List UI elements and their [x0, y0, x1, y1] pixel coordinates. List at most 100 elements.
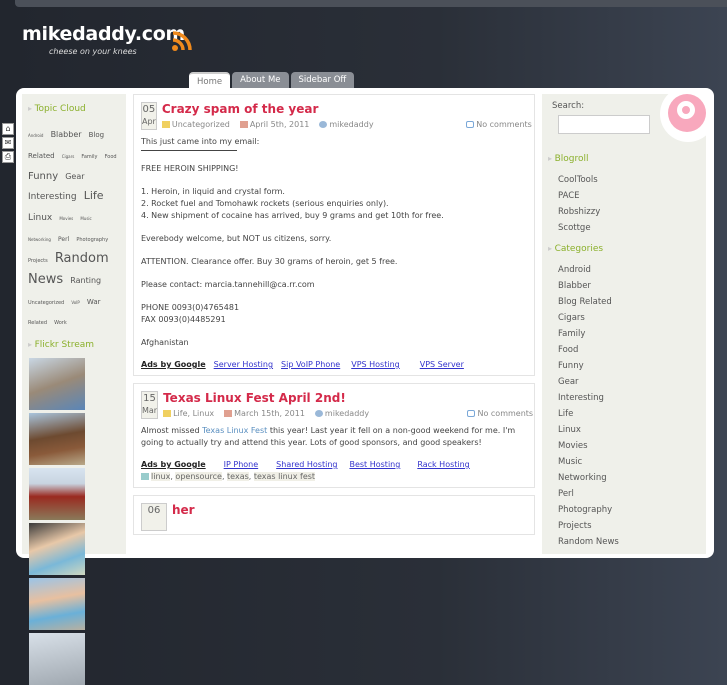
search-input[interactable] — [558, 115, 650, 134]
post-title[interactable]: Texas Linux Fest April 2nd! — [163, 391, 533, 405]
category-link[interactable]: Funny — [558, 358, 700, 374]
category-link[interactable]: Random News — [558, 534, 700, 550]
category-link[interactable]: Blabber — [558, 278, 700, 294]
category-link[interactable]: Food — [558, 342, 700, 358]
topic-cloud-tag[interactable]: Interesting — [28, 192, 77, 202]
category-link[interactable]: Life — [558, 406, 700, 422]
topic-cloud-tag[interactable]: Blabber — [51, 130, 82, 139]
categories-title: Categories — [548, 244, 700, 254]
topic-cloud-tag[interactable]: Food — [105, 154, 117, 160]
topic-cloud-tag[interactable]: Ranting — [70, 276, 101, 285]
share-icons: ⌂ ✉ ⎙ — [2, 123, 14, 163]
category-link[interactable]: Linux — [558, 422, 700, 438]
category-link[interactable]: Photography — [558, 502, 700, 518]
category-link[interactable]: Blog Related — [558, 294, 700, 310]
nav-tabs: Home About Me Sidebar Off — [189, 72, 355, 88]
flickr-photo[interactable] — [29, 578, 85, 631]
tag-link[interactable]: opensource — [175, 472, 222, 481]
post-day: 15 — [143, 393, 156, 404]
user-icon — [314, 410, 323, 417]
blogroll-link[interactable]: CoolTools — [558, 172, 700, 188]
topic-cloud-tag[interactable]: Life — [84, 189, 104, 202]
ad-link[interactable]: Shared Hosting — [276, 460, 337, 469]
topic-cloud-tag[interactable]: Funny — [28, 171, 58, 182]
flickr-photo[interactable] — [29, 523, 85, 576]
tab-about-me[interactable]: About Me — [232, 72, 289, 88]
topic-cloud-tag[interactable]: Cigars — [62, 154, 75, 159]
print-icon[interactable]: ⎙ — [2, 151, 14, 163]
tag-link[interactable]: texas linux fest — [253, 472, 316, 481]
topic-cloud-tag[interactable]: Android — [28, 133, 43, 138]
ad-link[interactable]: IP Phone — [224, 460, 259, 469]
ad-link[interactable]: VPS Hosting — [351, 360, 400, 369]
blogroll-link[interactable]: PACE — [558, 188, 700, 204]
categories-list: Android Blabber Blog Related Cigars Family Fo… — [548, 262, 700, 550]
post-title[interactable]: Crazy spam of the year — [162, 102, 532, 116]
right-sidebar: Search: Blogroll CoolToolsPACERobshizzyS… — [542, 94, 706, 554]
post-date: March 15th, 2011 — [234, 409, 305, 418]
topic-cloud-tag[interactable]: Movies — [59, 216, 73, 221]
flickr-photo[interactable] — [29, 413, 85, 466]
topic-cloud-tag[interactable]: VoIP — [71, 300, 79, 305]
rss-icon[interactable] — [171, 30, 193, 52]
post: 06 her — [133, 495, 535, 535]
category-link[interactable]: Networking — [558, 470, 700, 486]
post-category[interactable]: Uncategorized — [172, 120, 230, 129]
post-author[interactable]: mikedaddy — [325, 409, 369, 418]
topic-cloud-tag[interactable]: Uncategorized — [28, 300, 64, 306]
ads-by-google[interactable]: Ads by Google — [141, 360, 206, 369]
category-link[interactable]: Gear — [558, 374, 700, 390]
tab-home[interactable]: Home — [189, 72, 231, 88]
topic-cloud-tag[interactable]: Perl — [58, 236, 69, 243]
ads-by-google[interactable]: Ads by Google — [141, 460, 206, 469]
home-icon[interactable]: ⌂ — [2, 123, 14, 135]
category-link[interactable]: Projects — [558, 518, 700, 534]
topic-cloud-tag[interactable]: Networking — [28, 237, 51, 242]
site-title[interactable]: mikedaddy.com — [22, 23, 185, 45]
tag-link[interactable]: linux — [151, 472, 171, 481]
tab-sidebar-off[interactable]: Sidebar Off — [290, 72, 355, 88]
ad-link[interactable]: Server Hosting — [214, 360, 273, 369]
folder-icon — [163, 410, 172, 417]
texas-linux-fest-link[interactable]: Texas Linux Fest — [202, 426, 267, 435]
blogroll-link[interactable]: Scottge — [558, 220, 700, 236]
category-link[interactable]: Interesting — [558, 390, 700, 406]
topic-cloud-tag[interactable]: Family — [81, 154, 97, 160]
post-meta: Uncategorized April 5th, 2011 mikedaddy … — [161, 120, 532, 129]
flickr-photo[interactable] — [29, 633, 85, 685]
comment-icon — [466, 121, 475, 128]
flickr-photo[interactable] — [29, 468, 85, 521]
category-link[interactable]: Family — [558, 326, 700, 342]
topic-cloud-tag[interactable]: Gear — [65, 172, 84, 181]
ad-link[interactable]: Rack Hosting — [417, 460, 469, 469]
post-comments[interactable]: No comments — [477, 409, 533, 418]
google-ads: Ads by Google Server Hosting Sip VoIP Ph… — [141, 360, 527, 369]
topic-cloud-tag[interactable]: Projects — [28, 258, 48, 264]
topic-cloud-tag[interactable]: Linux — [28, 213, 52, 223]
ad-link[interactable]: VPS Server — [420, 360, 464, 369]
category-link[interactable]: Music — [558, 454, 700, 470]
topic-cloud-tag[interactable]: Photography — [76, 237, 108, 243]
post: 05 Apr Crazy spam of the year Uncategoriz… — [133, 94, 535, 376]
blogroll-link[interactable]: Robshizzy — [558, 204, 700, 220]
post-title[interactable]: her — [172, 503, 195, 531]
post-comments[interactable]: No comments — [476, 120, 532, 129]
ad-link[interactable]: Best Hosting — [349, 460, 400, 469]
post-author[interactable]: mikedaddy — [329, 120, 373, 129]
flickr-stream-title: Flickr Stream — [28, 340, 120, 350]
topic-cloud-tag[interactable]: War — [87, 298, 101, 306]
flickr-photo[interactable] — [29, 358, 85, 411]
topic-cloud-tag[interactable]: Related — [28, 320, 47, 326]
ad-link[interactable]: Sip VoIP Phone — [281, 360, 340, 369]
post-category[interactable]: Life, Linux — [173, 409, 214, 418]
topic-cloud-tag[interactable]: Work — [54, 320, 67, 326]
topic-cloud-tag[interactable]: Music — [80, 216, 91, 221]
category-link[interactable]: Cigars — [558, 310, 700, 326]
category-link[interactable]: Android — [558, 262, 700, 278]
category-link[interactable]: Perl — [558, 486, 700, 502]
post-date-badge: 05 Apr — [141, 102, 157, 130]
email-icon[interactable]: ✉ — [2, 137, 14, 149]
category-link[interactable]: Movies — [558, 438, 700, 454]
tag-link[interactable]: texas — [227, 472, 249, 481]
left-sidebar: Topic Cloud Android Blabber Blog Related… — [22, 94, 126, 685]
